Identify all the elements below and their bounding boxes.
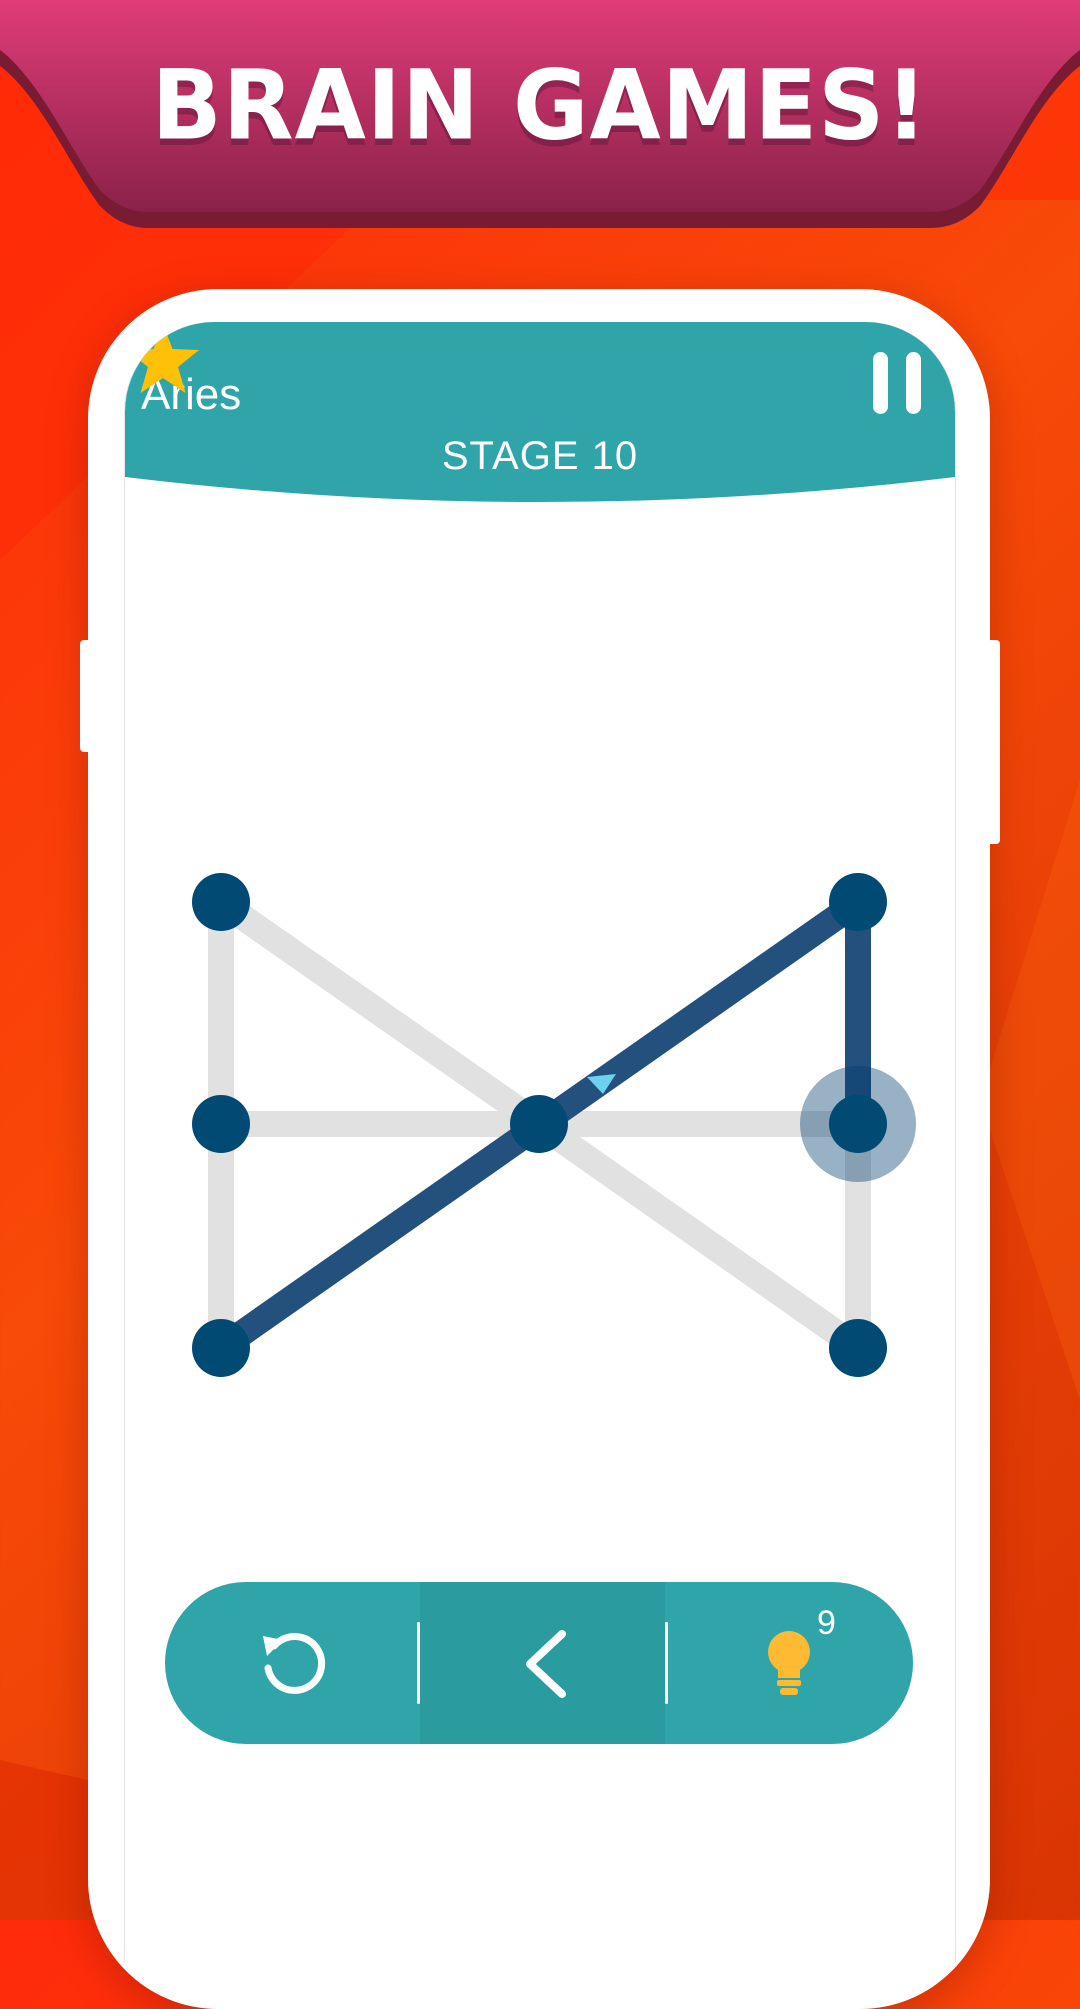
dot[interactable]	[829, 1319, 887, 1377]
dot[interactable]	[192, 1095, 250, 1153]
guide-line	[526, 1111, 871, 1361]
dot[interactable]	[829, 1095, 887, 1153]
banner-title: BRAIN GAMES!	[151, 49, 929, 162]
dot[interactable]	[192, 1319, 250, 1377]
game-toolbar: 9	[165, 1582, 913, 1744]
dot[interactable]	[829, 873, 887, 931]
phone-side-button-left	[80, 640, 92, 752]
dot[interactable]	[192, 873, 250, 931]
guide-line	[208, 889, 552, 1137]
hint-button[interactable]	[668, 1582, 913, 1744]
lightbulb-icon	[768, 1631, 810, 1695]
banner: BRAIN GAMES!	[0, 0, 1080, 230]
hint-count: 9	[817, 1604, 836, 1642]
restart-icon	[263, 1633, 326, 1694]
chevron-left-icon	[526, 1630, 566, 1698]
dot[interactable]	[510, 1095, 568, 1153]
phone-side-button-right	[984, 640, 1000, 844]
restart-button[interactable]	[165, 1582, 417, 1744]
back-button[interactable]	[420, 1582, 665, 1744]
